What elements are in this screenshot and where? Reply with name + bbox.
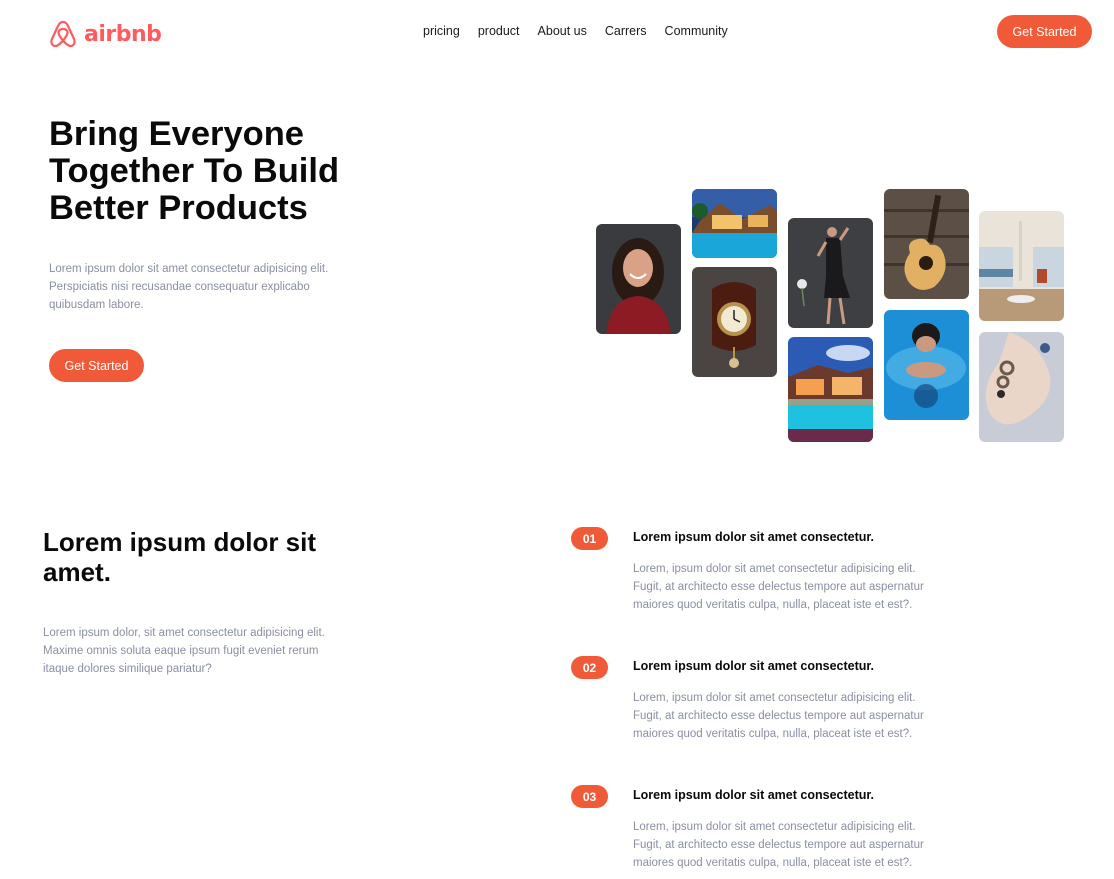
features-description: Lorem ipsum dolor, sit amet consectetur … (43, 627, 325, 675)
wall-clock-photo (692, 267, 777, 377)
airbnb-logo-icon (50, 20, 76, 48)
step-number-badge: 02 (571, 656, 608, 679)
dancer-photo (788, 218, 873, 328)
step-text: Lorem, ipsum dolor sit amet consectetur … (633, 563, 924, 611)
hero-title: Bring Everyone Together To Build Better … (49, 115, 340, 227)
step-number-badge: 01 (571, 527, 608, 550)
hand-rings-photo (979, 332, 1064, 442)
nav-get-started-button[interactable]: Get Started (997, 15, 1092, 48)
features-title: Lorem ipsum dolor sit amet. (43, 527, 317, 587)
airbnb-logo[interactable]: airbnb (48, 18, 162, 50)
hero-description: Lorem ipsum dolor sit amet consectetur a… (49, 263, 329, 311)
brand-name: airbnb (84, 21, 162, 47)
nav-link-product[interactable]: product (478, 24, 520, 38)
swimmer-photo (884, 310, 969, 420)
nav-link-about-us[interactable]: About us (538, 24, 587, 38)
living-room-photo (979, 211, 1064, 321)
step-title: Lorem ipsum dolor sit amet consectetur. (633, 530, 875, 544)
step-title: Lorem ipsum dolor sit amet consectetur. (633, 788, 875, 802)
main-nav: pricing product About us Carrers Communi… (423, 24, 728, 38)
hero-get-started-button[interactable]: Get Started (49, 349, 144, 382)
step-title: Lorem ipsum dolor sit amet consectetur. (633, 659, 875, 673)
step-text: Lorem, ipsum dolor sit amet consectetur … (633, 692, 924, 740)
nav-link-community[interactable]: Community (665, 24, 728, 38)
nav-link-carrers[interactable]: Carrers (605, 24, 647, 38)
step-text: Lorem, ipsum dolor sit amet consectetur … (633, 821, 924, 869)
guitar-photo (884, 189, 969, 299)
nav-link-pricing[interactable]: pricing (423, 24, 460, 38)
woman-portrait-photo (596, 224, 681, 334)
step-number-badge: 03 (571, 785, 608, 808)
villa-pool-photo (692, 189, 777, 258)
resort-pool-photo (788, 337, 873, 442)
